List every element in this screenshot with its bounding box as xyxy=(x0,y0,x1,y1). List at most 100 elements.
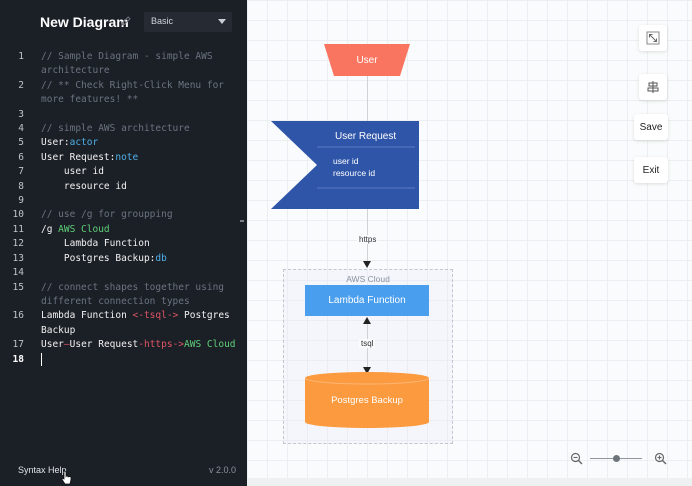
node-user[interactable]: User xyxy=(324,44,410,76)
code-line[interactable]: 4 // simple AWS architecture xyxy=(0,122,240,136)
line-number: 5 xyxy=(18,137,24,149)
line-number: 8 xyxy=(18,180,24,192)
zoom-slider-handle[interactable] xyxy=(612,455,620,462)
code-text: Lambda Function <-tsql-> Postgres xyxy=(24,309,230,323)
code-text: more features! ** xyxy=(24,93,138,107)
code-token: /g xyxy=(41,223,59,235)
node-user-request-title: User Request xyxy=(335,131,397,142)
code-line[interactable]: 1 // Sample Diagram - simple AWS xyxy=(0,50,240,64)
code-text: User Request:note xyxy=(24,151,138,165)
code-line[interactable]: 2 // ** Check Right-Click Menu for xyxy=(0,79,240,93)
field-user-id: user id xyxy=(333,156,359,166)
code-line[interactable]: Backup xyxy=(0,324,240,338)
code-line[interactable]: 17 User—User Request-https->AWS Cloud xyxy=(0,338,240,352)
code-text: architecture xyxy=(24,64,110,78)
save-button[interactable]: Save xyxy=(634,114,668,140)
code-text: // use /g for groupping xyxy=(24,208,173,222)
code-token: AWS Cloud xyxy=(58,223,110,235)
node-user-request[interactable]: User Request user id resource id xyxy=(271,121,419,209)
code-token: // Sample Diagram - simple AWS xyxy=(41,51,213,62)
code-token: User Request: xyxy=(41,151,116,163)
node-user-label: User xyxy=(356,54,378,66)
code-line[interactable]: more features! ** xyxy=(0,93,240,107)
code-token: db xyxy=(155,252,167,264)
syntax-help-link[interactable]: Syntax Help xyxy=(18,465,67,475)
line-number: 13 xyxy=(12,252,24,264)
node-lambda-function[interactable]: Lambda Function xyxy=(305,285,429,316)
text-cursor xyxy=(41,352,42,366)
line-number: 10 xyxy=(12,209,24,221)
code-text: // simple AWS architecture xyxy=(24,122,190,136)
code-line[interactable]: 5 User:actor xyxy=(0,136,240,150)
code-editor[interactable]: 1 // Sample Diagram - simple AWS architect… xyxy=(0,50,240,367)
exit-button[interactable]: Exit xyxy=(634,157,668,183)
code-token: // use /g for groupping xyxy=(41,209,173,221)
code-editor-panel: New Diagram Basic 1 // Sample Diagram - s… xyxy=(0,0,247,486)
code-line[interactable]: 9 xyxy=(0,194,240,208)
https-edge-label: https xyxy=(357,235,379,244)
code-token: Backup xyxy=(41,324,76,336)
editor-header: New Diagram Basic xyxy=(0,0,247,44)
fit-screen-button[interactable] xyxy=(639,25,667,51)
code-line[interactable]: architecture xyxy=(0,64,240,78)
line-number: 6 xyxy=(18,151,24,163)
line-number: 7 xyxy=(18,166,24,178)
line-number: 16 xyxy=(12,310,24,322)
code-token: different connection types xyxy=(41,295,190,307)
edge-user-to-request xyxy=(367,76,368,121)
code-token: // connect shapes together using xyxy=(41,281,225,293)
code-text: /g AWS Cloud xyxy=(24,223,110,237)
canvas-horizontal-scrollbar[interactable] xyxy=(247,478,692,486)
line-number: 1 xyxy=(18,51,24,62)
line-number: 12 xyxy=(12,238,24,250)
code-line[interactable]: 3 xyxy=(0,108,240,122)
zoom-out-icon[interactable] xyxy=(570,452,583,465)
code-token: Lambda Function xyxy=(41,310,133,322)
code-line[interactable]: 12 Lambda Function xyxy=(0,237,240,251)
code-line[interactable]: 13 Postgres Backup:db xyxy=(0,252,240,266)
code-token: <-tsql-> xyxy=(132,310,179,322)
editor-scrollbar[interactable] xyxy=(240,220,244,222)
code-text: Postgres Backup:db xyxy=(24,252,167,266)
align-button[interactable] xyxy=(639,74,667,100)
node-postgres-backup[interactable]: Postgres Backup xyxy=(305,372,429,428)
code-text: Lambda Function xyxy=(24,237,150,251)
theme-select[interactable]: Basic xyxy=(144,12,232,32)
tsql-edge-label: tsql xyxy=(359,339,376,348)
code-text: Backup xyxy=(24,324,75,338)
code-token: Postgres Backup: xyxy=(41,252,156,264)
code-token: User Request xyxy=(69,339,139,351)
line-number: 11 xyxy=(12,223,24,235)
theme-select-value: Basic xyxy=(151,16,174,26)
diagram-title[interactable]: New Diagram xyxy=(40,14,129,30)
line-number: 18 xyxy=(12,353,24,365)
code-token: Lambda Function xyxy=(41,238,150,250)
code-line[interactable]: 8 resource id xyxy=(0,180,240,194)
code-line[interactable]: 14 xyxy=(0,266,240,280)
code-token: AWS Cloud xyxy=(184,339,236,351)
pencil-icon[interactable] xyxy=(120,15,132,27)
code-text: // Sample Diagram - simple AWS xyxy=(24,50,213,64)
code-line[interactable]: 18 xyxy=(0,352,240,367)
zoom-in-icon[interactable] xyxy=(654,452,667,465)
code-line[interactable]: different connection types xyxy=(0,295,240,309)
code-token: note xyxy=(115,151,139,163)
code-text: // ** Check Right-Click Menu for xyxy=(24,79,224,93)
code-token: User xyxy=(41,339,64,351)
group-label: AWS Cloud xyxy=(346,274,390,284)
align-center-icon xyxy=(647,81,659,93)
code-token: -https-> xyxy=(138,339,185,351)
arrowhead-up xyxy=(363,317,371,324)
code-line[interactable]: 6 User Request:note xyxy=(0,151,240,165)
expand-icon xyxy=(646,31,660,45)
code-line[interactable]: 16 Lambda Function <-tsql-> Postgres xyxy=(0,309,240,323)
code-line[interactable]: 10 // use /g for groupping xyxy=(0,208,240,222)
editor-footer: Syntax Help v 2.0.0 xyxy=(0,458,247,486)
code-line[interactable]: 7 user id xyxy=(0,165,240,179)
code-token: // ** Check Right-Click Menu for xyxy=(41,79,225,91)
line-number: 15 xyxy=(12,281,24,293)
code-line[interactable]: 11/g AWS Cloud xyxy=(0,223,240,237)
code-text: different connection types xyxy=(24,295,190,309)
chevron-down-icon xyxy=(218,19,226,24)
code-line[interactable]: 15 // connect shapes together using xyxy=(0,281,240,295)
